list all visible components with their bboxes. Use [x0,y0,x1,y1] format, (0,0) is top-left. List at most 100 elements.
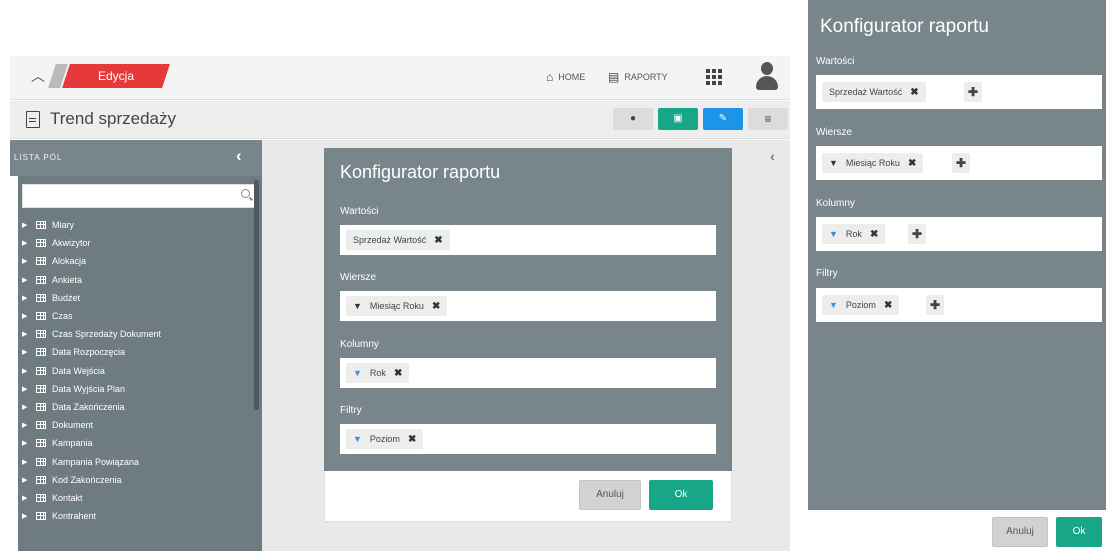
filters-label: Filtry [816,268,838,279]
table-icon [36,421,46,430]
caret-right-icon[interactable]: ▶ [22,330,30,338]
field-list-item[interactable]: ▶ Kontakt [22,489,252,507]
add-icon[interactable]: ✚ [926,295,944,315]
filters-dropzone[interactable]: ▼ Poziom ✖ [340,424,716,454]
cancel-button[interactable]: Anuluj [992,517,1048,547]
rows-dropzone[interactable]: ▼ Miesiąc Roku ✖ [340,291,716,321]
edit-tab[interactable]: Edycja [62,64,170,88]
user-avatar-icon[interactable] [754,62,780,92]
add-icon[interactable]: ✚ [964,82,982,102]
modal-body: Konfigurator raportu Wartości Sprzedaż W… [324,148,732,471]
field-list-item-label: Czas [52,311,73,322]
reports-link[interactable]: ▤ RAPORTY [608,68,668,86]
rows-dropzone[interactable]: ▼ Miesiąc Roku ✖ ✚ [816,146,1102,180]
columns-dropzone[interactable]: ▼ Rok ✖ [340,358,716,388]
add-icon[interactable]: ✚ [952,153,970,173]
filter-icon[interactable]: ▼ [353,434,362,444]
field-list-item[interactable]: ▶ Kampania [22,434,252,452]
cancel-button[interactable]: Anuluj [579,480,641,510]
caret-right-icon[interactable]: ▶ [22,458,30,466]
field-search-input[interactable] [22,184,258,208]
remove-icon[interactable]: ✖ [908,158,916,169]
remove-icon[interactable]: ✖ [910,87,918,98]
modal-title: Konfigurator raportu [340,162,501,182]
field-list-item[interactable]: ▶ Budżet [22,289,252,307]
menu-button[interactable]: ≡ [748,108,788,130]
caret-right-icon[interactable]: ▶ [22,494,30,502]
filter-icon[interactable]: ▼ [829,229,838,239]
field-list-item[interactable]: ▶ Data Wejścia [22,362,252,380]
values-dropzone[interactable]: Sprzedaż Wartość ✖ ✚ [816,75,1102,109]
edit-button[interactable]: ✎ [703,108,743,130]
apps-grid-icon[interactable] [704,66,724,86]
field-list-item[interactable]: ▶ Data Rozpoczęcia [22,343,252,361]
remove-icon[interactable]: ✖ [408,434,416,445]
caret-right-icon[interactable]: ▶ [22,367,30,375]
field-list-item[interactable]: ▶ Kampania Powiązana [22,452,252,470]
chevron-left-icon[interactable]: ‹ [770,148,775,164]
ok-button[interactable]: Ok [1056,517,1102,547]
field-list-item[interactable]: ▶ Dokument [22,416,252,434]
filters-dropzone[interactable]: ▼ Poziom ✖ ✚ [816,288,1102,322]
table-icon [36,275,46,284]
caret-right-icon[interactable]: ▶ [22,348,30,356]
add-icon[interactable]: ✚ [908,224,926,244]
caret-right-icon[interactable]: ▶ [22,312,30,320]
remove-icon[interactable]: ✖ [884,300,892,311]
caret-right-icon[interactable]: ▶ [22,294,30,302]
filters-chip[interactable]: ▼ Poziom ✖ [346,429,424,449]
home-link[interactable]: ⌂ HOME [546,68,585,86]
caret-right-icon[interactable]: ▶ [22,385,30,393]
tag-button[interactable]: ● [613,108,653,130]
caret-right-icon[interactable]: ▶ [22,421,30,429]
field-list-item-label: Ankieta [52,274,83,285]
filter-icon[interactable]: ▼ [353,368,362,378]
values-dropzone[interactable]: Sprzedaż Wartość ✖ [340,225,716,255]
caret-right-icon[interactable]: ▶ [22,276,30,284]
columns-chip[interactable]: ▼ Rok ✖ [822,224,886,244]
remove-icon[interactable]: ✖ [870,229,878,240]
caret-right-icon[interactable]: ▶ [22,512,30,520]
search-icon[interactable] [241,189,250,198]
field-list-item[interactable]: ▶ Data Zakończenia [22,398,252,416]
caret-right-icon[interactable]: ▶ [22,476,30,484]
remove-icon[interactable]: ✖ [394,368,402,379]
caret-right-icon[interactable]: ▶ [22,403,30,411]
caret-right-icon[interactable]: ▶ [22,221,30,229]
columns-dropzone[interactable]: ▼ Rok ✖ ✚ [816,217,1102,251]
filters-chip[interactable]: ▼ Poziom ✖ [822,295,900,315]
chevron-up-icon[interactable]: ︿ [28,66,48,86]
field-list-item[interactable]: ▶ Ankieta [22,271,252,289]
caret-right-icon[interactable]: ▶ [22,239,30,247]
rows-chip[interactable]: ▼ Miesiąc Roku ✖ [346,296,448,316]
sidebar-scrollbar[interactable] [254,180,259,410]
field-list-item[interactable]: ▶ Czas Sprzedaży Dokument [22,325,252,343]
rows-chip[interactable]: ▼ Miesiąc Roku ✖ [822,153,924,173]
filter-icon[interactable]: ▼ [829,158,838,168]
columns-chip[interactable]: ▼ Rok ✖ [346,363,410,383]
values-chip[interactable]: Sprzedaż Wartość ✖ [346,230,450,250]
field-list-item[interactable]: ▶ Akwizytor [22,234,252,252]
chevron-left-icon[interactable]: ‹ [236,146,242,166]
field-list-item[interactable]: ▶ Czas [22,307,252,325]
field-list-item[interactable]: ▶ Kod Zakończenia [22,471,252,489]
field-list-item-label: Data Wyjścia Plan [52,383,125,394]
field-list-item-label: Data Wejścia [52,365,105,376]
ok-button[interactable]: Ok [649,480,713,510]
remove-icon[interactable]: ✖ [434,235,442,246]
field-list-item[interactable]: ▶ Miary [22,216,252,234]
caret-right-icon[interactable]: ▶ [22,439,30,447]
filter-icon[interactable]: ▼ [353,301,362,311]
field-list-item[interactable]: ▶ Kontrahent [22,507,252,525]
remove-icon[interactable]: ✖ [432,301,440,312]
filter-icon[interactable]: ▼ [829,300,838,310]
field-list-item[interactable]: ▶ Data Wyjścia Plan [22,380,252,398]
values-chip[interactable]: Sprzedaż Wartość ✖ [822,82,926,102]
values-label: Wartości [816,56,855,67]
caret-right-icon[interactable]: ▶ [22,257,30,265]
save-button[interactable]: ▣ [658,108,698,130]
field-list-item[interactable]: ▶ Alokacja [22,252,252,270]
values-chip-label: Sprzedaż Wartość [829,87,903,97]
field-list-item-label: Kod Zakończenia [52,474,122,485]
columns-chip-label: Rok [369,368,386,378]
